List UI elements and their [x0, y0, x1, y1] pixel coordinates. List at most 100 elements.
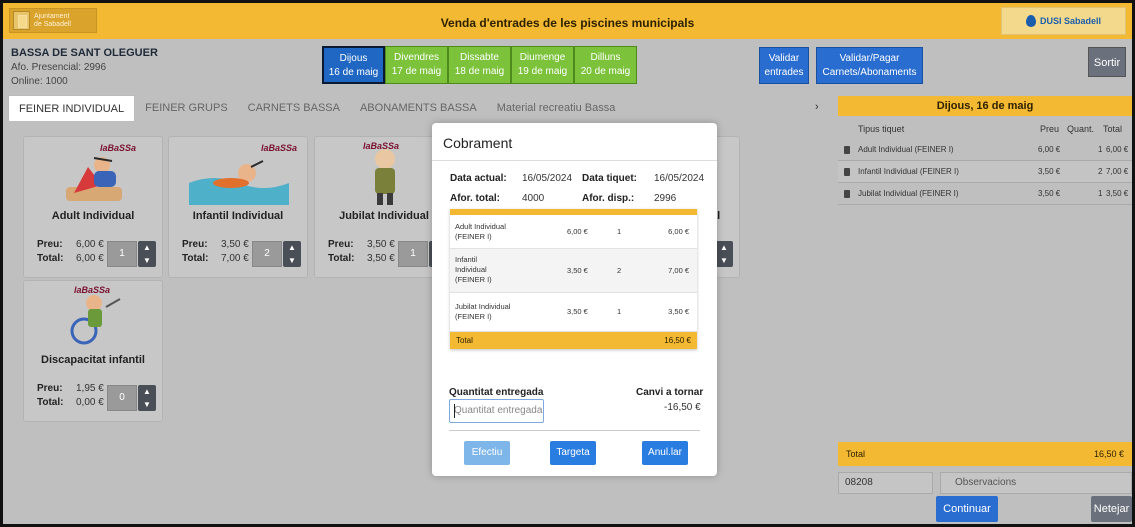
category-tabs: FEINER INDIVIDUAL FEINER GRUPS CARNETS B… — [8, 95, 625, 121]
quantity-input[interactable]: 0 — [107, 385, 137, 411]
chevron-down-icon[interactable]: ▼ — [283, 254, 301, 267]
tab-feiner-individual[interactable]: FEINER INDIVIDUAL — [8, 95, 136, 121]
observacions-input[interactable]: Observacions — [940, 472, 1132, 494]
cart-total-bar: Total 16,50 € — [838, 442, 1132, 466]
chevron-up-icon[interactable]: ▲ — [715, 241, 733, 254]
trash-icon[interactable] — [844, 146, 850, 154]
modal-order-row: Infantil Individual (FEINER I) 3,50 € 2 7,… — [450, 249, 697, 293]
chevron-up-icon[interactable]: ▲ — [138, 241, 156, 254]
chevron-up-icon[interactable]: ▲ — [138, 385, 156, 398]
venue-name: BASSA DE SANT OLEGUER — [11, 47, 158, 59]
tab-carnets-bassa[interactable]: CARNETS BASSA — [238, 95, 350, 121]
modal-total-value: 16,50 € — [664, 336, 691, 345]
venue-presencial: Afo. Presencial: 2996 — [11, 62, 107, 73]
validar-pagar-carnets-button[interactable]: Validar/Pagar Carnets/Abonaments — [816, 47, 923, 84]
app-title: Venda d'entrades de les piscines municip… — [440, 16, 695, 30]
tab-feiner-grups[interactable]: FEINER GRUPS — [135, 95, 238, 121]
tabs-chevron-right-icon[interactable]: › — [815, 101, 819, 113]
afor-disp-label: Afor. disp.: — [582, 193, 635, 204]
infantil-illustration — [189, 160, 289, 205]
product-name: Infantil Individual — [192, 210, 284, 222]
product-total: 0,00 € — [76, 397, 104, 408]
quantitat-entregada-label: Quantitat entregada — [449, 387, 544, 398]
product-price: 3,50 € — [221, 239, 249, 250]
product-card-discapacitat[interactable]: laBaSSa Discapacitat infantil Preu: 1,95… — [23, 280, 163, 422]
continuar-button[interactable]: Continuar — [936, 496, 998, 522]
modal-footer-divider — [449, 430, 700, 431]
day-button-monday[interactable]: Dilluns 20 de maig — [574, 46, 637, 84]
quantitat-entregada-input[interactable]: Quantitat entregada — [449, 399, 544, 423]
modal-total-bar: Total 16,50 € — [450, 332, 697, 349]
data-tiquet-value: 16/05/2024 — [654, 173, 705, 184]
tab-abonaments-bassa[interactable]: ABONAMENTS BASSA — [350, 95, 487, 121]
afor-total-label: Afor. total: — [450, 193, 500, 204]
cart-col-preu: Preu — [1040, 124, 1060, 134]
quantity-stepper[interactable]: ▲ ▼ — [283, 241, 301, 267]
quantity-stepper[interactable]: ▲ ▼ — [715, 241, 733, 267]
targeta-button[interactable]: Targeta — [550, 441, 596, 465]
header-bar: Ajuntament de Sabadell Venda d'entrades … — [3, 3, 1132, 39]
cart-col-quant: Quant. — [1067, 124, 1095, 134]
water-drop-icon — [1025, 15, 1036, 27]
discapacitat-illustration — [70, 295, 121, 345]
day-selector: Dijous 16 de maig Divendres 17 de maig Dis… — [322, 46, 637, 84]
canvi-label: Canvi a tornar — [636, 387, 704, 398]
validar-entrades-button[interactable]: Validar entrades — [759, 47, 809, 84]
dusi-logo: DUSI Sabadell — [1001, 7, 1126, 35]
product-total: 7,00 € — [221, 253, 249, 264]
afor-total-value: 4000 — [522, 193, 545, 204]
product-card-adult[interactable]: laBaSSa Adult Individual Preu: 6,00 € To… — [23, 136, 163, 278]
cart-panel-title: Dijous, 16 de maig — [838, 96, 1132, 116]
product-price: 3,50 € — [367, 239, 395, 250]
postal-code-input[interactable]: 08208 — [838, 472, 933, 494]
data-actual-value: 16/05/2024 — [522, 173, 573, 184]
venue-online: Online: 1000 — [11, 76, 68, 87]
product-total: 3,50 € — [367, 253, 395, 264]
cart-col-tipus: Tipus tiquet — [858, 124, 905, 134]
modal-order-table: Adult Individual (FEINER I) 6,00 € 1 6,00… — [450, 209, 697, 349]
afor-disp-value: 2996 — [654, 193, 677, 204]
canvi-value: -16,50 € — [664, 402, 701, 413]
adult-illustration — [66, 157, 122, 201]
modal-title: Cobrament — [443, 135, 513, 151]
text-caret — [454, 404, 455, 418]
day-button-sunday[interactable]: Diumenge 19 de maig — [511, 46, 574, 84]
quantity-stepper[interactable]: ▲ ▼ — [138, 241, 156, 267]
chevron-up-icon[interactable]: ▲ — [283, 241, 301, 254]
netejar-button[interactable]: Netejar — [1091, 496, 1132, 522]
product-price: 6,00 € — [76, 239, 104, 250]
quantity-input[interactable]: 1 — [107, 241, 137, 267]
product-name: Adult Individual — [51, 210, 135, 222]
data-actual-label: Data actual: — [450, 173, 507, 184]
cart-row: Jubilat Individual (FEINER I) 3,50 € 1 3… — [838, 183, 1132, 205]
data-tiquet-label: Data tiquet: — [582, 173, 637, 184]
tab-material-recreatiu[interactable]: Material recreatiu Bassa — [487, 95, 626, 121]
efectiu-button[interactable]: Efectiu — [464, 441, 510, 465]
jubilat-illustration — [375, 149, 395, 205]
modal-order-row: Adult Individual (FEINER I) 6,00 € 1 6,00… — [450, 215, 697, 249]
chevron-down-icon[interactable]: ▼ — [138, 254, 156, 267]
trash-icon[interactable] — [844, 190, 850, 198]
day-button-thursday[interactable]: Dijous 16 de maig — [322, 46, 385, 84]
modal-order-row: Jubilat Individual (FEINER I) 3,50 € 1 3,… — [450, 293, 697, 332]
cart-row: Infantil Individual (FEINER I) 3,50 € 2 … — [838, 161, 1132, 183]
product-name: Discapacitat infantil — [41, 354, 145, 366]
chevron-down-icon[interactable]: ▼ — [138, 398, 156, 411]
quantity-input[interactable]: 1 — [398, 241, 428, 267]
quantity-input[interactable]: 2 — [252, 241, 282, 267]
anular-button[interactable]: Anul.lar — [642, 441, 688, 465]
cart-total-value: 16,50 € — [1093, 449, 1124, 459]
modal-divider — [432, 160, 717, 161]
sortir-button[interactable]: Sortir — [1088, 47, 1126, 77]
day-button-friday[interactable]: Divendres 17 de maig — [385, 46, 448, 84]
quantity-stepper[interactable]: ▲ ▼ — [138, 385, 156, 411]
chevron-down-icon[interactable]: ▼ — [715, 254, 733, 267]
payment-modal: Cobrament Data actual: 16/05/2024 Data t… — [432, 123, 717, 476]
cart-row: Adult Individual (FEINER I) 6,00 € 1 6,0… — [838, 139, 1132, 161]
day-button-saturday[interactable]: Dissabte 18 de maig — [448, 46, 511, 84]
product-card-infantil[interactable]: laBaSSa Infantil Individual Preu: 3,50 €… — [168, 136, 308, 278]
product-total: 6,00 € — [76, 253, 104, 264]
trash-icon[interactable] — [844, 168, 850, 176]
product-price: 1,95 € — [76, 383, 104, 394]
cart-col-total: Total — [1103, 124, 1123, 134]
